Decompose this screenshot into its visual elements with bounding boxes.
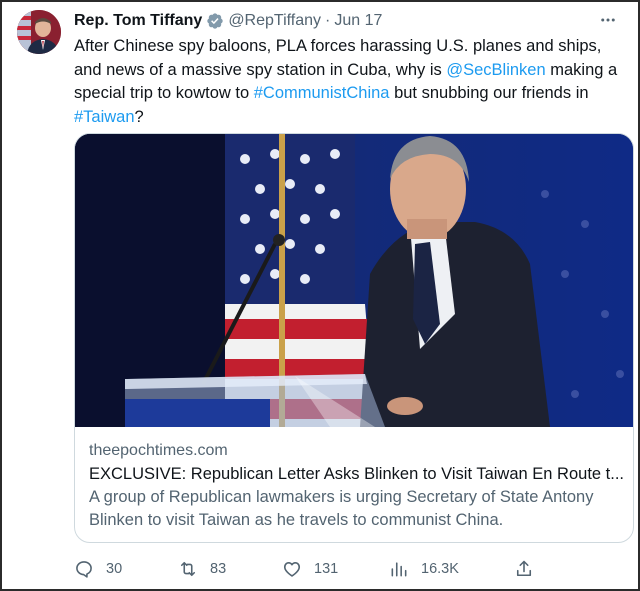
like-button[interactable]: 131 <box>282 556 338 582</box>
tweet-header: Rep. Tom Tiffany @RepTiffany · Jun 17 <box>74 10 382 32</box>
card-description: A group of Republican lawmakers is urgin… <box>89 488 594 529</box>
retweet-icon <box>180 561 196 577</box>
separator-dot: · <box>325 12 331 29</box>
reply-count: 30 <box>106 561 123 577</box>
views-count: 16.3K <box>421 561 459 577</box>
share-button[interactable] <box>514 556 546 582</box>
card-domain: theepochtimes.com <box>89 442 228 459</box>
reply-button[interactable]: 30 <box>74 556 122 582</box>
tweet-date[interactable]: Jun 17 <box>334 12 382 30</box>
tweet-text-part: but snubbing our friends in <box>389 84 589 102</box>
reply-icon <box>76 561 92 578</box>
views-chart-icon <box>391 562 407 577</box>
avatar-photo <box>17 10 61 54</box>
verified-badge-icon <box>206 12 224 30</box>
tweet-actions: 30 83 131 16.3K <box>74 556 544 582</box>
tweet-text-part: ? <box>134 107 144 126</box>
like-count: 131 <box>314 561 339 577</box>
card-meta: theepochtimes.com EXCLUSIVE: Republican … <box>89 440 625 532</box>
tweet-frame: Rep. Tom Tiffany @RepTiffany · Jun 17 Af… <box>0 0 640 591</box>
hashtag-link[interactable]: #Taiwan <box>74 108 135 126</box>
link-card[interactable]: theepochtimes.com EXCLUSIVE: Republican … <box>74 133 634 543</box>
retweet-button[interactable]: 83 <box>178 556 226 582</box>
ellipsis-icon[interactable] <box>596 8 620 32</box>
views-button[interactable]: 16.3K <box>389 556 459 582</box>
card-image[interactable] <box>75 134 633 427</box>
share-icon <box>516 560 532 577</box>
heart-icon <box>283 562 301 577</box>
card-title[interactable]: EXCLUSIVE: Republican Letter Asks Blinke… <box>89 462 625 486</box>
tweet-text: After Chinese spy baloons, PLA forces ha… <box>74 35 630 129</box>
retweet-count: 83 <box>210 561 227 577</box>
author-handle[interactable]: @RepTiffany <box>228 12 321 30</box>
avatar[interactable] <box>17 10 61 54</box>
hashtag-link[interactable]: #CommunistChina <box>254 84 390 102</box>
author-name[interactable]: Rep. Tom Tiffany <box>74 12 202 30</box>
mention-link[interactable]: @SecBlinken <box>446 61 545 79</box>
